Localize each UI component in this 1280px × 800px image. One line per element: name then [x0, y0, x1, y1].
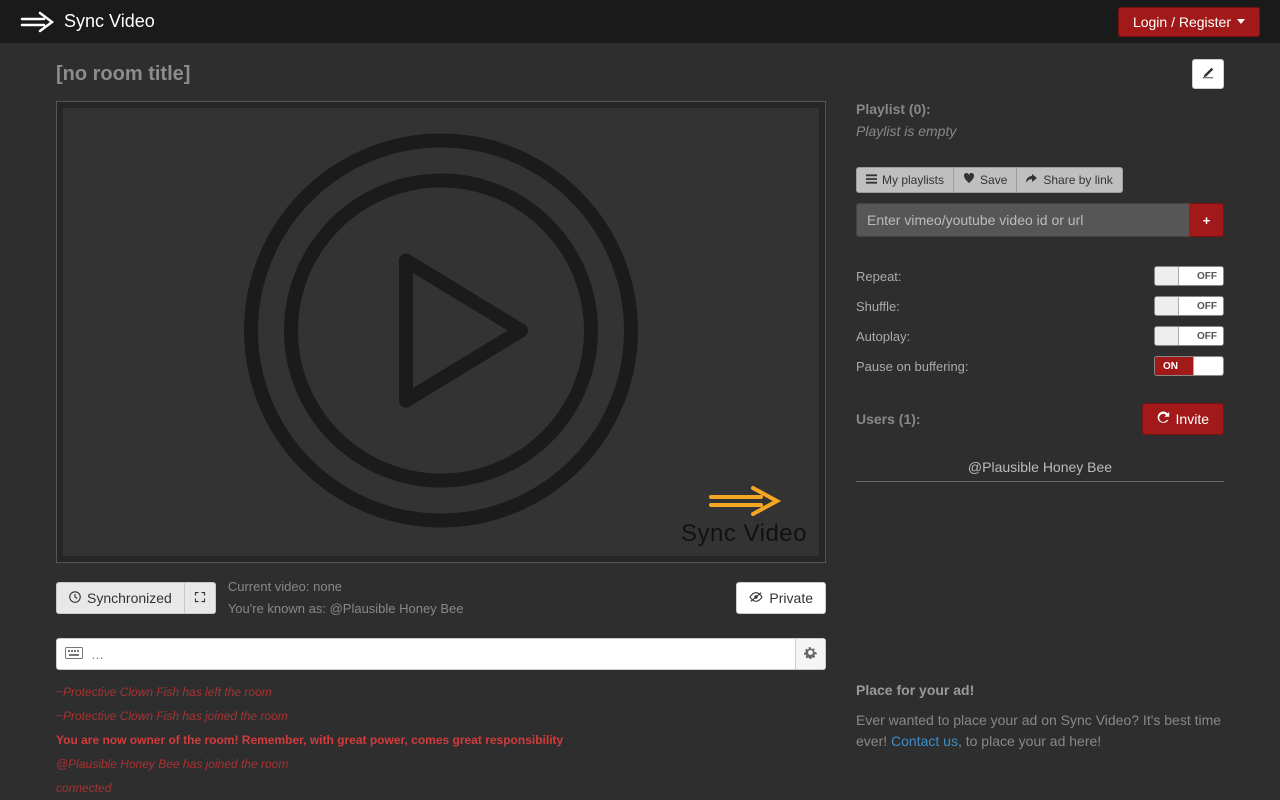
users-header: Users (1):: [856, 411, 921, 427]
video-url-input[interactable]: [856, 203, 1190, 237]
logo-arrow-icon: [20, 10, 54, 34]
refresh-icon: [1157, 411, 1170, 427]
chat-settings-button[interactable]: [795, 639, 825, 669]
play-icon: [241, 131, 641, 534]
contact-us-link[interactable]: Contact us: [891, 733, 958, 749]
chat-input[interactable]: [91, 639, 795, 669]
pause-buffering-toggle[interactable]: ON: [1154, 356, 1224, 376]
my-playlists-button[interactable]: My playlists: [856, 167, 954, 193]
chat-log-entry: @Plausible Honey Bee has joined the room: [56, 752, 826, 776]
chat-log: ~Protective Clown Fish has left the room…: [56, 670, 826, 800]
plus-icon: +: [1203, 213, 1211, 228]
fullscreen-button[interactable]: [185, 582, 216, 614]
user-list: @Plausible Honey Bee: [856, 453, 1224, 482]
synchronized-button[interactable]: Synchronized: [56, 582, 185, 614]
video-player[interactable]: Sync Video: [56, 101, 826, 563]
brand[interactable]: Sync Video: [20, 10, 155, 34]
player-meta: Current video: none You're known as: @Pl…: [228, 577, 725, 618]
chat-input-row: [56, 638, 826, 670]
repeat-label: Repeat:: [856, 269, 902, 284]
save-playlist-button[interactable]: Save: [954, 167, 1017, 193]
invite-button[interactable]: Invite: [1142, 403, 1224, 435]
add-video-button[interactable]: +: [1190, 203, 1224, 237]
playlist-button-group: My playlists Save Share by link: [856, 167, 1224, 193]
chat-log-entry: You are now owner of the room! Remember,…: [56, 728, 826, 752]
autoplay-toggle[interactable]: OFF: [1154, 326, 1224, 346]
shuffle-label: Shuffle:: [856, 299, 900, 314]
user-list-item[interactable]: @Plausible Honey Bee: [856, 453, 1224, 482]
keyboard-icon: [57, 646, 91, 662]
playlist-header: Playlist (0):: [856, 101, 1224, 117]
private-button[interactable]: Private: [736, 582, 826, 614]
share-icon: [1026, 173, 1038, 187]
edit-icon: [1201, 66, 1215, 83]
shuffle-toggle[interactable]: OFF: [1154, 296, 1224, 316]
autoplay-label: Autoplay:: [856, 329, 910, 344]
edit-title-button[interactable]: [1192, 59, 1224, 89]
sync-button-group: Synchronized: [56, 582, 216, 614]
chat-log-entry: connected: [56, 776, 826, 800]
playlist-empty-text: Playlist is empty: [856, 123, 1224, 139]
heart-icon: [963, 173, 975, 187]
ad-text: Ever wanted to place your ad on Sync Vid…: [856, 710, 1224, 752]
top-bar: Sync Video Login / Register: [0, 0, 1280, 43]
fullscreen-icon: [194, 590, 206, 606]
list-icon: [866, 173, 877, 187]
gear-icon: [804, 646, 817, 662]
clock-icon: [69, 590, 81, 606]
pause-buffering-label: Pause on buffering:: [856, 359, 969, 374]
eye-slash-icon: [749, 590, 763, 606]
chat-log-entry: ~Protective Clown Fish has left the room: [56, 680, 826, 704]
ad-header: Place for your ad!: [856, 682, 1224, 698]
brand-name: Sync Video: [64, 11, 155, 32]
chat-log-entry: ~Protective Clown Fish has joined the ro…: [56, 704, 826, 728]
login-register-button[interactable]: Login / Register: [1118, 7, 1260, 37]
caret-down-icon: [1237, 19, 1245, 24]
repeat-toggle[interactable]: OFF: [1154, 266, 1224, 286]
share-playlist-button[interactable]: Share by link: [1017, 167, 1122, 193]
room-title: [no room title]: [56, 63, 190, 86]
player-watermark: Sync Video: [681, 484, 807, 548]
